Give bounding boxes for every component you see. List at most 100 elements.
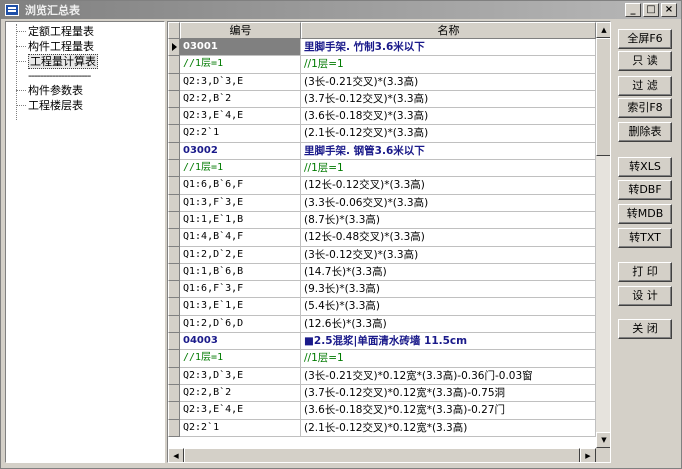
scroll-down-icon[interactable]: ▼ — [596, 432, 610, 448]
table-row[interactable]: Q2:2,B`2 (3.7长-0.12交叉)*(3.3高) — [168, 90, 596, 109]
table-row[interactable]: Q1:2,D`6,D (12.6长)*(3.3高) — [168, 315, 596, 334]
cell-name[interactable]: (2.1长-0.12交叉)*0.12宽*(3.3高) — [301, 419, 596, 437]
filter-button[interactable]: 过 滤 — [618, 76, 672, 96]
scroll-left-icon[interactable]: ◀ — [168, 448, 184, 462]
row-indicator[interactable] — [168, 177, 180, 195]
delete-table-button[interactable]: 删除表 — [618, 122, 672, 142]
cell-name[interactable]: (14.7长)*(3.3高) — [301, 263, 596, 282]
row-indicator[interactable] — [168, 402, 180, 420]
table-row[interactable]: Q2:3,E`4,E (3.6长-0.18交叉)*0.12宽*(3.3高)-0.2… — [168, 402, 596, 420]
row-indicator[interactable] — [168, 125, 180, 143]
maximize-button[interactable]: □ — [643, 3, 659, 17]
cell-name[interactable]: 里脚手架. 钢管3.6米以下 — [301, 142, 596, 161]
cell-name[interactable]: (5.4长)*(3.3高) — [301, 298, 596, 316]
table-row[interactable]: Q2:2,B`2 (3.7长-0.12交叉)*0.12宽*(3.3高)-0.75洞 — [168, 384, 596, 403]
row-indicator[interactable] — [168, 333, 180, 351]
table-row[interactable]: Q2:3,E`4,E (3.6长-0.18交叉)*(3.3高) — [168, 108, 596, 126]
cell-name[interactable]: (3.7长-0.12交叉)*(3.3高) — [301, 90, 596, 109]
cell-name[interactable]: //1层=1 — [301, 160, 596, 178]
cell-code[interactable]: Q1:3,E`1,E — [180, 298, 301, 316]
cell-name[interactable]: (9.3长)*(3.3高) — [301, 281, 596, 299]
row-indicator[interactable] — [168, 281, 180, 299]
table-row[interactable]: //1层=1//1层=1 — [168, 160, 596, 178]
table-row[interactable]: Q1:2,D`2,E (3长-0.12交叉)*(3.3高) — [168, 246, 596, 264]
cell-name[interactable]: (3长-0.21交叉)*(3.3高) — [301, 73, 596, 91]
cell-code[interactable]: Q2:3,D`3,E — [180, 73, 301, 91]
scroll-right-icon[interactable]: ▶ — [580, 448, 596, 462]
table-row[interactable]: Q2:3,D`3,E (3长-0.21交叉)*(3.3高) — [168, 73, 596, 91]
cell-code[interactable]: Q1:1,E`1,B — [180, 211, 301, 230]
tree-item-parameter-table[interactable]: 构件参数表 — [6, 83, 164, 98]
row-indicator[interactable] — [168, 246, 180, 264]
fullscreen-button[interactable]: 全屏F6 — [618, 29, 672, 49]
row-indicator[interactable] — [168, 90, 180, 109]
row-indicator[interactable] — [168, 298, 180, 316]
row-indicator[interactable] — [168, 160, 180, 178]
cell-name[interactable]: ■2.5混浆|单面清水砖墙 11.5cm — [301, 333, 596, 351]
row-indicator[interactable] — [168, 108, 180, 126]
minimize-button[interactable]: _ — [625, 3, 641, 17]
cell-name[interactable]: (3.6长-0.18交叉)*(3.3高) — [301, 108, 596, 126]
cell-name[interactable]: (3.6长-0.18交叉)*0.12宽*(3.3高)-0.27门 — [301, 402, 596, 420]
table-row[interactable]: 04003 ■2.5混浆|单面清水砖墙 11.5cm — [168, 333, 596, 351]
row-indicator[interactable] — [168, 56, 180, 74]
cell-code[interactable]: Q2:2`1 — [180, 419, 301, 437]
table-row[interactable]: Q1:3,F`3,E (3.3长-0.06交叉)*(3.3高) — [168, 194, 596, 212]
row-indicator[interactable] — [168, 367, 180, 385]
scroll-up-icon[interactable]: ▲ — [596, 22, 610, 38]
tree-item-quota-table[interactable]: 定额工程量表 — [6, 24, 164, 39]
index-button[interactable]: 索引F8 — [618, 98, 672, 118]
cell-code[interactable]: Q1:6,B`6,F — [180, 177, 301, 195]
design-button[interactable]: 设 计 — [618, 286, 672, 306]
cell-code[interactable]: //1层=1 — [180, 56, 301, 74]
cell-code[interactable]: //1层=1 — [180, 160, 301, 178]
horizontal-scrollbar[interactable]: ◀ ▶ — [168, 448, 596, 462]
vertical-scrollbar[interactable]: ▲ ▼ — [596, 22, 610, 448]
cell-name[interactable]: //1层=1 — [301, 56, 596, 74]
row-indicator[interactable] — [168, 419, 180, 437]
row-indicator[interactable] — [168, 194, 180, 212]
export-txt-button[interactable]: 转TXT — [618, 228, 672, 248]
cell-code[interactable]: Q2:2,B`2 — [180, 90, 301, 109]
table-row[interactable]: //1层=1//1层=1 — [168, 350, 596, 368]
print-button[interactable]: 打 印 — [618, 262, 672, 282]
cell-name[interactable]: (12.6长)*(3.3高) — [301, 315, 596, 334]
cell-code[interactable]: 03001 — [180, 39, 301, 57]
row-indicator[interactable] — [168, 315, 180, 334]
cell-code[interactable]: Q2:2`1 — [180, 125, 301, 143]
cell-name[interactable]: (3长-0.21交叉)*0.12宽*(3.3高)-0.36门-0.03窗 — [301, 367, 596, 385]
cell-code[interactable]: 04003 — [180, 333, 301, 351]
close-button[interactable]: 关 闭 — [618, 319, 672, 339]
cell-code[interactable]: Q2:3,D`3,E — [180, 367, 301, 385]
cell-code[interactable]: 03002 — [180, 142, 301, 161]
row-indicator[interactable] — [168, 229, 180, 247]
table-row[interactable]: Q1:1,E`1,B (8.7长)*(3.3高) — [168, 211, 596, 230]
tree-item-floor-table[interactable]: 工程楼层表 — [6, 98, 164, 113]
horizontal-scroll-thumb[interactable] — [184, 448, 580, 462]
cell-code[interactable]: Q1:2,D`6,D — [180, 315, 301, 334]
table-row[interactable]: Q1:6,B`6,F (12长-0.12交叉)*(3.3高) — [168, 177, 596, 195]
row-indicator[interactable] — [168, 350, 180, 368]
cell-name[interactable]: (3.3长-0.06交叉)*(3.3高) — [301, 194, 596, 212]
cell-name[interactable]: (12长-0.12交叉)*(3.3高) — [301, 177, 596, 195]
cell-code[interactable]: Q2:2,B`2 — [180, 384, 301, 403]
cell-code[interactable]: Q2:3,E`4,E — [180, 402, 301, 420]
window-close-button[interactable]: × — [661, 3, 677, 17]
table-tree[interactable]: 定额工程量表 构件工程量表 工程量计算表 -------------------… — [5, 21, 165, 463]
table-row[interactable]: 03002 里脚手架. 钢管3.6米以下 — [168, 142, 596, 161]
row-indicator[interactable] — [168, 384, 180, 403]
table-row[interactable]: 03001 里脚手架. 竹制3.6米以下 — [168, 39, 596, 57]
tree-item-component-table[interactable]: 构件工程量表 — [6, 39, 164, 54]
export-xls-button[interactable]: 转XLS — [618, 157, 672, 177]
title-bar[interactable]: 浏览汇总表 _ □ × — [1, 1, 681, 19]
cell-code[interactable]: Q2:3,E`4,E — [180, 108, 301, 126]
cell-name[interactable]: (2.1长-0.12交叉)*(3.3高) — [301, 125, 596, 143]
table-row[interactable]: Q2:2`1 (2.1长-0.12交叉)*0.12宽*(3.3高) — [168, 419, 596, 437]
cell-name[interactable]: 里脚手架. 竹制3.6米以下 — [301, 39, 596, 57]
cell-code[interactable]: Q1:2,D`2,E — [180, 246, 301, 264]
export-mdb-button[interactable]: 转MDB — [618, 204, 672, 224]
cell-code[interactable]: Q1:4,B`4,F — [180, 229, 301, 247]
table-row[interactable]: Q2:2`1 (2.1长-0.12交叉)*(3.3高) — [168, 125, 596, 143]
row-indicator[interactable] — [168, 263, 180, 282]
cell-name[interactable]: //1层=1 — [301, 350, 596, 368]
